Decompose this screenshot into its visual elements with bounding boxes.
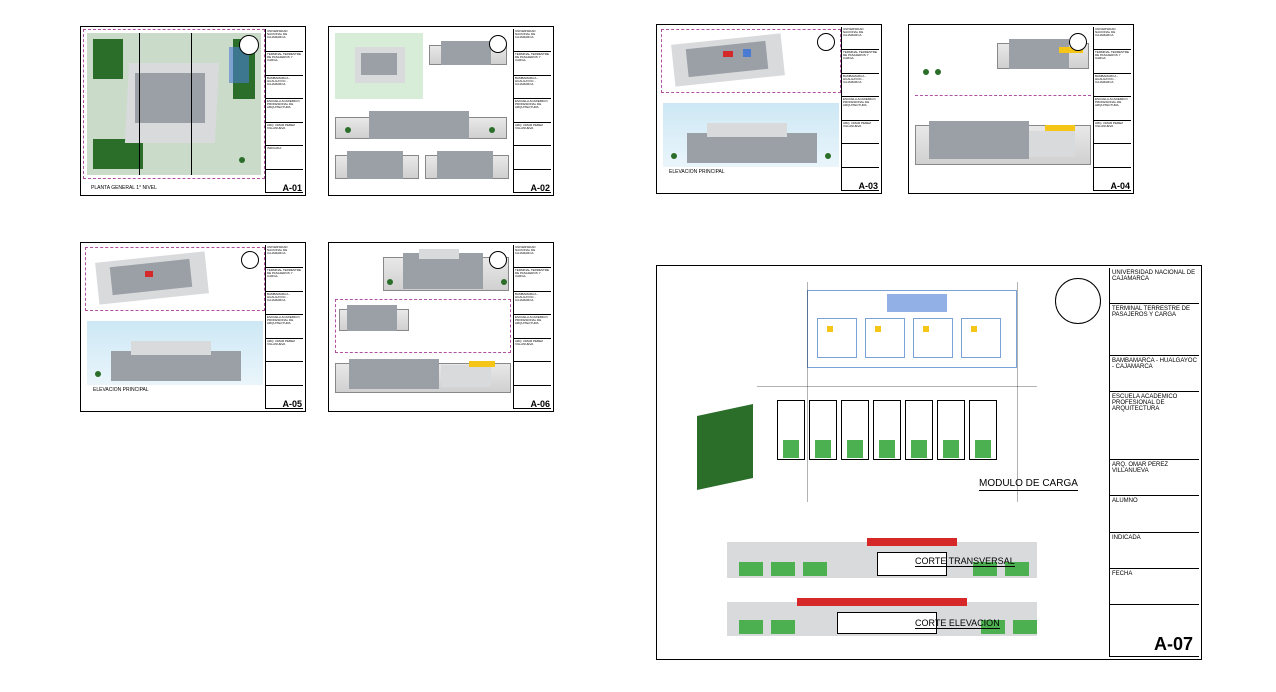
sheet-a03: ELEVACION PRINCIPAL UNIVERSIDAD NACIONAL… xyxy=(656,24,882,194)
sheet-number: A-03 xyxy=(858,181,878,191)
elev-label: ELEVACION PRINCIPAL xyxy=(93,387,149,393)
elev-label: ELEVACION PRINCIPAL xyxy=(669,169,725,175)
sheet-a02: UNIVERSIDAD NACIONAL DE CAJAMARCA TERMIN… xyxy=(328,26,554,196)
sheet-a01: PLANTA GENERAL 1° NIVEL UNIVERSIDAD NACI… xyxy=(80,26,306,196)
label-corte-transversal: CORTE TRANSVERSAL xyxy=(915,556,1015,567)
sheet-number: A-07 xyxy=(1154,634,1193,655)
titleblock: UNIVERSIDAD NACIONAL DE CAJAMARCA TERMIN… xyxy=(265,29,303,193)
sheet-a07: MODULO DE CARGA CORTE TRANSVERSAL CORTE … xyxy=(656,265,1202,660)
sheet-title: PLANTA GENERAL 1° NIVEL xyxy=(91,185,157,191)
sheet-a05: ELEVACION PRINCIPAL UNIVERSIDAD NACIONAL… xyxy=(80,242,306,412)
titleblock: UNIVERSIDAD NACIONAL DE CAJAMARCA TERMIN… xyxy=(513,29,551,193)
label-modulo-carga: MODULO DE CARGA xyxy=(979,478,1078,491)
sheet-number: A-02 xyxy=(530,183,550,193)
titleblock: UNIVERSIDAD NACIONAL DE CAJAMARCA TERMIN… xyxy=(841,27,879,191)
plan-modulo-carga xyxy=(697,290,1077,498)
titleblock: UNIVERSIDAD NACIONAL DE CAJAMARCA TERMIN… xyxy=(1093,27,1131,191)
titleblock: UNIVERSIDAD NACIONAL DE CAJAMARCA TERMIN… xyxy=(513,245,551,409)
sheet-number: A-05 xyxy=(282,399,302,409)
sheet-a06: UNIVERSIDAD NACIONAL DE CAJAMARCA TERMIN… xyxy=(328,242,554,412)
sheet-a04: UNIVERSIDAD NACIONAL DE CAJAMARCA TERMIN… xyxy=(908,24,1134,194)
label-corte-elevacion: CORTE ELEVACION xyxy=(915,618,1000,629)
sheet-number: A-01 xyxy=(282,183,302,193)
sheet-number: A-04 xyxy=(1110,181,1130,191)
titleblock: UNIVERSIDAD NACIONAL DE CAJAMARCA TERMIN… xyxy=(265,245,303,409)
sheet-number: A-06 xyxy=(530,399,550,409)
titleblock: UNIVERSIDAD NACIONAL DE CAJAMARCA TERMIN… xyxy=(1109,268,1199,657)
